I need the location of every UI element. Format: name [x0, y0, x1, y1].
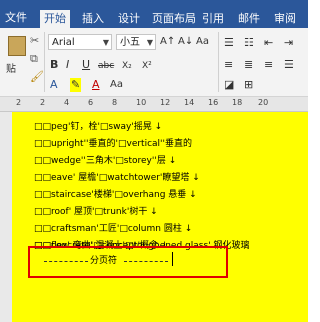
ruler-number: 12	[160, 98, 171, 107]
document-line[interactable]: □□staircase'楼梯'□overhang 悬垂 ↓	[34, 190, 197, 201]
tab-layout[interactable]: 页面布局	[152, 12, 196, 26]
document-line[interactable]: □□eave' 屋檐'□watchtower'瞭望塔 ↓	[34, 173, 200, 184]
tab-design[interactable]: 设计	[118, 12, 140, 26]
strike-button[interactable]: abc	[98, 59, 114, 73]
tab-insert[interactable]: 插入	[82, 12, 104, 26]
group-separator	[44, 32, 45, 92]
tab-home[interactable]: 开始	[40, 10, 70, 28]
ruler-number: 2	[16, 98, 22, 107]
paste-label: 贴	[6, 64, 16, 75]
ruler-number: 16	[208, 98, 219, 107]
underline-button[interactable]: U	[82, 58, 90, 72]
font-name-value: Arial	[52, 37, 75, 48]
text-effects-icon[interactable]: A	[50, 78, 58, 92]
tab-mailings[interactable]: 邮件	[238, 12, 260, 26]
bullets-icon[interactable]: ☰	[224, 36, 234, 50]
vertical-ruler	[0, 112, 12, 322]
ruler-number: 18	[232, 98, 243, 107]
font-size-value: 小五	[120, 37, 140, 48]
aa-case-button[interactable]: Aa	[110, 78, 123, 92]
font-color-button[interactable]: A	[92, 78, 100, 92]
borders-icon[interactable]: ⊞	[244, 78, 253, 92]
ruler-number: 14	[184, 98, 195, 107]
ruler-number: 6	[88, 98, 94, 107]
align-right-icon[interactable]: ≡	[264, 58, 273, 72]
chevron-down-icon: ▼	[146, 38, 153, 47]
decrease-indent-icon[interactable]: ⇤	[264, 36, 273, 50]
justify-icon[interactable]: ☰	[284, 58, 294, 72]
clipped-line	[12, 112, 308, 118]
tab-references[interactable]: 引用	[202, 12, 224, 26]
ruler-number: 10	[136, 98, 147, 107]
highlight-color-icon[interactable]: ✎	[70, 78, 82, 92]
italic-button[interactable]: I	[66, 58, 69, 72]
document-line[interactable]: □□craftsman'工匠'□column 圆柱 ↓	[34, 224, 192, 235]
font-name-select[interactable]: Arial ▼	[48, 34, 112, 50]
ruler-number: 20	[258, 98, 269, 107]
ribbon-home: 贴 ✂ ⧉ 🖌 Arial ▼ 小五 ▼ A↑ A↓ Aa B I U abc …	[0, 28, 308, 123]
increase-indent-icon[interactable]: ⇥	[284, 36, 293, 50]
ribbon-tab-bar: 文件 开始 插入 设计 页面布局 引用 邮件 审阅	[0, 0, 308, 28]
shading-icon[interactable]: ◪	[224, 78, 234, 92]
align-left-icon[interactable]: ≡	[224, 58, 233, 72]
align-center-icon[interactable]: ≣	[244, 58, 253, 72]
tab-review[interactable]: 审阅	[274, 12, 296, 26]
tab-file[interactable]: 文件	[0, 8, 32, 28]
horizontal-ruler[interactable]: 2 2 4 6 8 10 12 14 16 18 20	[0, 97, 308, 112]
numbering-icon[interactable]: ☷	[244, 36, 254, 50]
clipboard-icon	[8, 36, 26, 56]
shrink-font-icon[interactable]: A↓	[178, 35, 193, 49]
document-line[interactable]: □□upright''垂直的'□vertical''垂直的	[34, 139, 192, 150]
document-line[interactable]: □□peg'钉，栓'□sway'摇晃 ↓	[34, 122, 162, 133]
ruler-number: 2	[40, 98, 46, 107]
document-line[interactable]: □□wedge''三角木'□storey''层 ↓	[34, 156, 176, 167]
subscript-button[interactable]: X₂	[122, 59, 132, 73]
document-line[interactable]: □□roof' 屋顶'□trunk'树干 ↓	[34, 207, 158, 218]
format-painter-icon[interactable]: 🖌	[30, 70, 44, 83]
bold-button[interactable]: B	[50, 58, 58, 72]
ruler-number: 8	[112, 98, 118, 107]
superscript-button[interactable]: X²	[142, 59, 152, 73]
font-size-select[interactable]: 小五 ▼	[116, 34, 156, 50]
cut-icon[interactable]: ✂	[30, 34, 39, 47]
group-separator	[218, 32, 219, 92]
red-highlight-box	[28, 246, 228, 278]
ruler-number: 4	[64, 98, 70, 107]
paste-button[interactable]: 贴	[2, 34, 30, 75]
grow-font-icon[interactable]: A↑	[160, 35, 175, 49]
aa-button[interactable]: Aa	[196, 35, 209, 49]
copy-icon[interactable]: ⧉	[30, 52, 38, 66]
document-page[interactable]: □□peg'钉，栓'□sway'摇晃 ↓ □□upright''垂直的'□ver…	[12, 112, 308, 322]
chevron-down-icon: ▼	[102, 38, 109, 47]
